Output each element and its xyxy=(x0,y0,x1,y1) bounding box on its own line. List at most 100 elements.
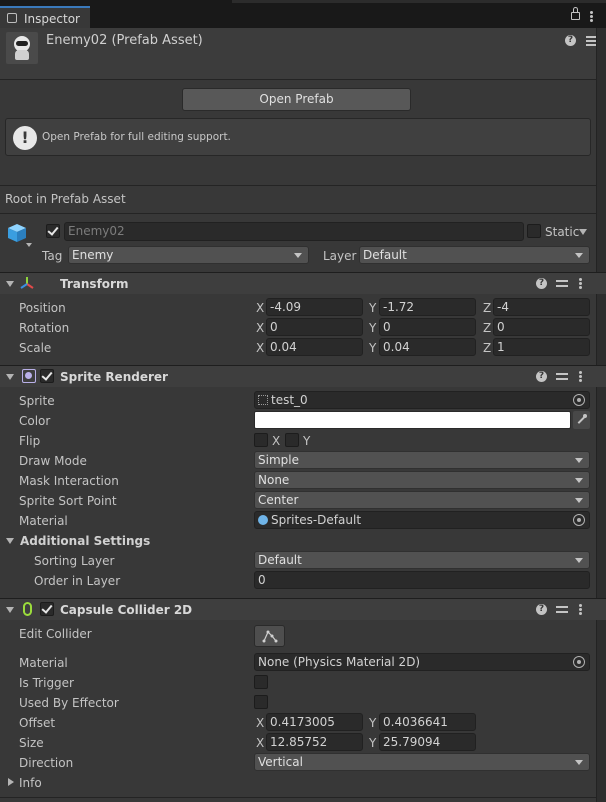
tab-inspector[interactable]: Inspector xyxy=(0,6,90,28)
transform-menu-icon[interactable] xyxy=(579,278,582,290)
offset-label: Offset xyxy=(19,716,56,730)
capsule-collider-foldout-arrow[interactable] xyxy=(6,607,14,613)
icon-dropdown-arrow[interactable] xyxy=(26,243,32,247)
static-checkbox[interactable] xyxy=(527,224,541,238)
tab-menu-icon[interactable] xyxy=(590,11,593,23)
used-by-effector-label: Used By Effector xyxy=(19,696,119,710)
info-foldout-arrow[interactable] xyxy=(8,778,14,786)
capsule-collider-icon xyxy=(23,602,32,616)
scale-y-field[interactable]: 0.04 xyxy=(379,338,476,356)
size-y-field[interactable]: 25.79094 xyxy=(379,733,476,751)
draw-mode-label: Draw Mode xyxy=(19,454,87,468)
capsule-collider-help-icon[interactable]: ? xyxy=(536,604,547,615)
capsule-collider-enabled-checkbox[interactable] xyxy=(40,602,54,616)
scale-x-axis[interactable]: X xyxy=(256,341,264,355)
scale-x-field[interactable]: 0.04 xyxy=(266,338,363,356)
flip-y-checkbox[interactable] xyxy=(285,433,299,447)
help-icon[interactable]: ? xyxy=(565,35,576,46)
transform-help-icon[interactable]: ? xyxy=(536,278,547,289)
sprite-renderer-help-icon[interactable]: ? xyxy=(536,371,547,382)
rotation-x-axis[interactable]: X xyxy=(256,321,264,335)
bottom-divider xyxy=(0,797,596,798)
is-trigger-checkbox[interactable] xyxy=(254,675,268,689)
sprite-renderer-presets-icon[interactable] xyxy=(556,371,568,383)
offset-y-axis[interactable]: Y xyxy=(369,716,376,730)
used-by-effector-checkbox[interactable] xyxy=(254,695,268,709)
edit-collider-button[interactable] xyxy=(254,625,285,647)
direction-dropdown[interactable]: Vertical xyxy=(254,753,590,771)
rotation-z-field[interactable]: 0 xyxy=(493,318,590,336)
collider-material-picker-icon[interactable] xyxy=(573,656,585,668)
eyedropper-icon[interactable] xyxy=(573,411,590,429)
lock-icon[interactable] xyxy=(571,7,580,20)
scale-z-field[interactable]: 1 xyxy=(493,338,590,356)
transform-axes-icon xyxy=(20,276,34,290)
direction-label: Direction xyxy=(19,756,74,770)
transform-foldout-arrow[interactable] xyxy=(6,281,14,287)
size-x-field[interactable]: 12.85752 xyxy=(266,733,363,751)
top-strip xyxy=(0,0,606,28)
position-y-field[interactable]: -1.72 xyxy=(379,298,476,316)
order-in-layer-field[interactable]: 0 xyxy=(254,571,590,589)
layer-dropdown[interactable]: Default xyxy=(359,246,590,264)
sprite-renderer-enabled-checkbox[interactable] xyxy=(40,369,54,383)
sprite-sort-point-label: Sprite Sort Point xyxy=(19,494,117,508)
additional-settings-label[interactable]: Additional Settings xyxy=(20,534,150,548)
mask-interaction-label: Mask Interaction xyxy=(19,474,119,488)
sprite-renderer-foldout-arrow[interactable] xyxy=(6,374,14,380)
top-right-controls xyxy=(232,0,606,3)
scrollbar-track[interactable] xyxy=(596,28,606,802)
inspector-tab-label: Inspector xyxy=(24,12,80,26)
gameobject-active-checkbox[interactable] xyxy=(46,224,60,238)
position-y-axis[interactable]: Y xyxy=(369,301,376,315)
material-picker-icon[interactable] xyxy=(573,514,585,526)
scale-label: Scale xyxy=(19,341,52,355)
position-z-field[interactable]: -4 xyxy=(493,298,590,316)
size-x-axis[interactable]: X xyxy=(256,736,264,750)
tag-dropdown[interactable]: Enemy xyxy=(68,246,309,264)
sprite-renderer-menu-icon[interactable] xyxy=(579,371,582,383)
transform-presets-icon[interactable] xyxy=(556,278,568,290)
capsule-collider-title: Capsule Collider 2D xyxy=(60,603,193,617)
rotation-z-axis[interactable]: Z xyxy=(483,321,491,335)
scale-y-axis[interactable]: Y xyxy=(369,341,376,355)
size-y-axis[interactable]: Y xyxy=(369,736,376,750)
capsule-collider-presets-icon[interactable] xyxy=(556,604,568,616)
position-z-axis[interactable]: Z xyxy=(483,301,491,315)
sprite-picker-icon[interactable] xyxy=(573,394,585,406)
rotation-y-field[interactable]: 0 xyxy=(379,318,476,336)
rotation-label: Rotation xyxy=(19,321,70,335)
settings-sliders-icon[interactable] xyxy=(586,35,596,47)
color-label: Color xyxy=(19,414,51,428)
additional-settings-foldout-arrow[interactable] xyxy=(6,538,14,544)
draw-mode-dropdown[interactable]: Simple xyxy=(254,451,590,469)
offset-x-field[interactable]: 0.4173005 xyxy=(266,713,363,731)
material-object-field[interactable]: Sprites-Default xyxy=(254,511,590,529)
gameobject-cube-icon xyxy=(6,222,28,244)
flip-x-checkbox[interactable] xyxy=(254,433,268,447)
size-label: Size xyxy=(19,736,44,750)
rotation-y-axis[interactable]: Y xyxy=(369,321,376,335)
color-swatch[interactable] xyxy=(254,411,571,429)
position-x-field[interactable]: -4.09 xyxy=(266,298,363,316)
position-x-axis[interactable]: X xyxy=(256,301,264,315)
divider xyxy=(0,213,596,214)
offset-x-axis[interactable]: X xyxy=(256,716,264,730)
collider-material-field[interactable]: None (Physics Material 2D) xyxy=(254,653,590,671)
sprite-value: test_0 xyxy=(271,393,308,407)
capsule-collider-menu-icon[interactable] xyxy=(579,604,582,616)
sorting-layer-dropdown[interactable]: Default xyxy=(254,551,590,569)
info-label[interactable]: Info xyxy=(19,776,42,790)
mask-interaction-dropdown[interactable]: None xyxy=(254,471,590,489)
static-label[interactable]: Static xyxy=(545,225,579,239)
open-prefab-button[interactable]: Open Prefab xyxy=(182,88,411,111)
static-dropdown-arrow[interactable] xyxy=(579,229,587,235)
offset-y-field[interactable]: 0.4036641 xyxy=(379,713,476,731)
rotation-x-field[interactable]: 0 xyxy=(266,318,363,336)
gameobject-name-field[interactable]: Enemy02 xyxy=(64,222,524,241)
prefab-monkey-icon xyxy=(6,32,38,64)
sprite-sort-point-dropdown[interactable]: Center xyxy=(254,491,590,509)
sprite-object-field[interactable]: test_0 xyxy=(254,391,590,409)
info-message: Open Prefab for full editing support. xyxy=(42,131,231,143)
scale-z-axis[interactable]: Z xyxy=(483,341,491,355)
